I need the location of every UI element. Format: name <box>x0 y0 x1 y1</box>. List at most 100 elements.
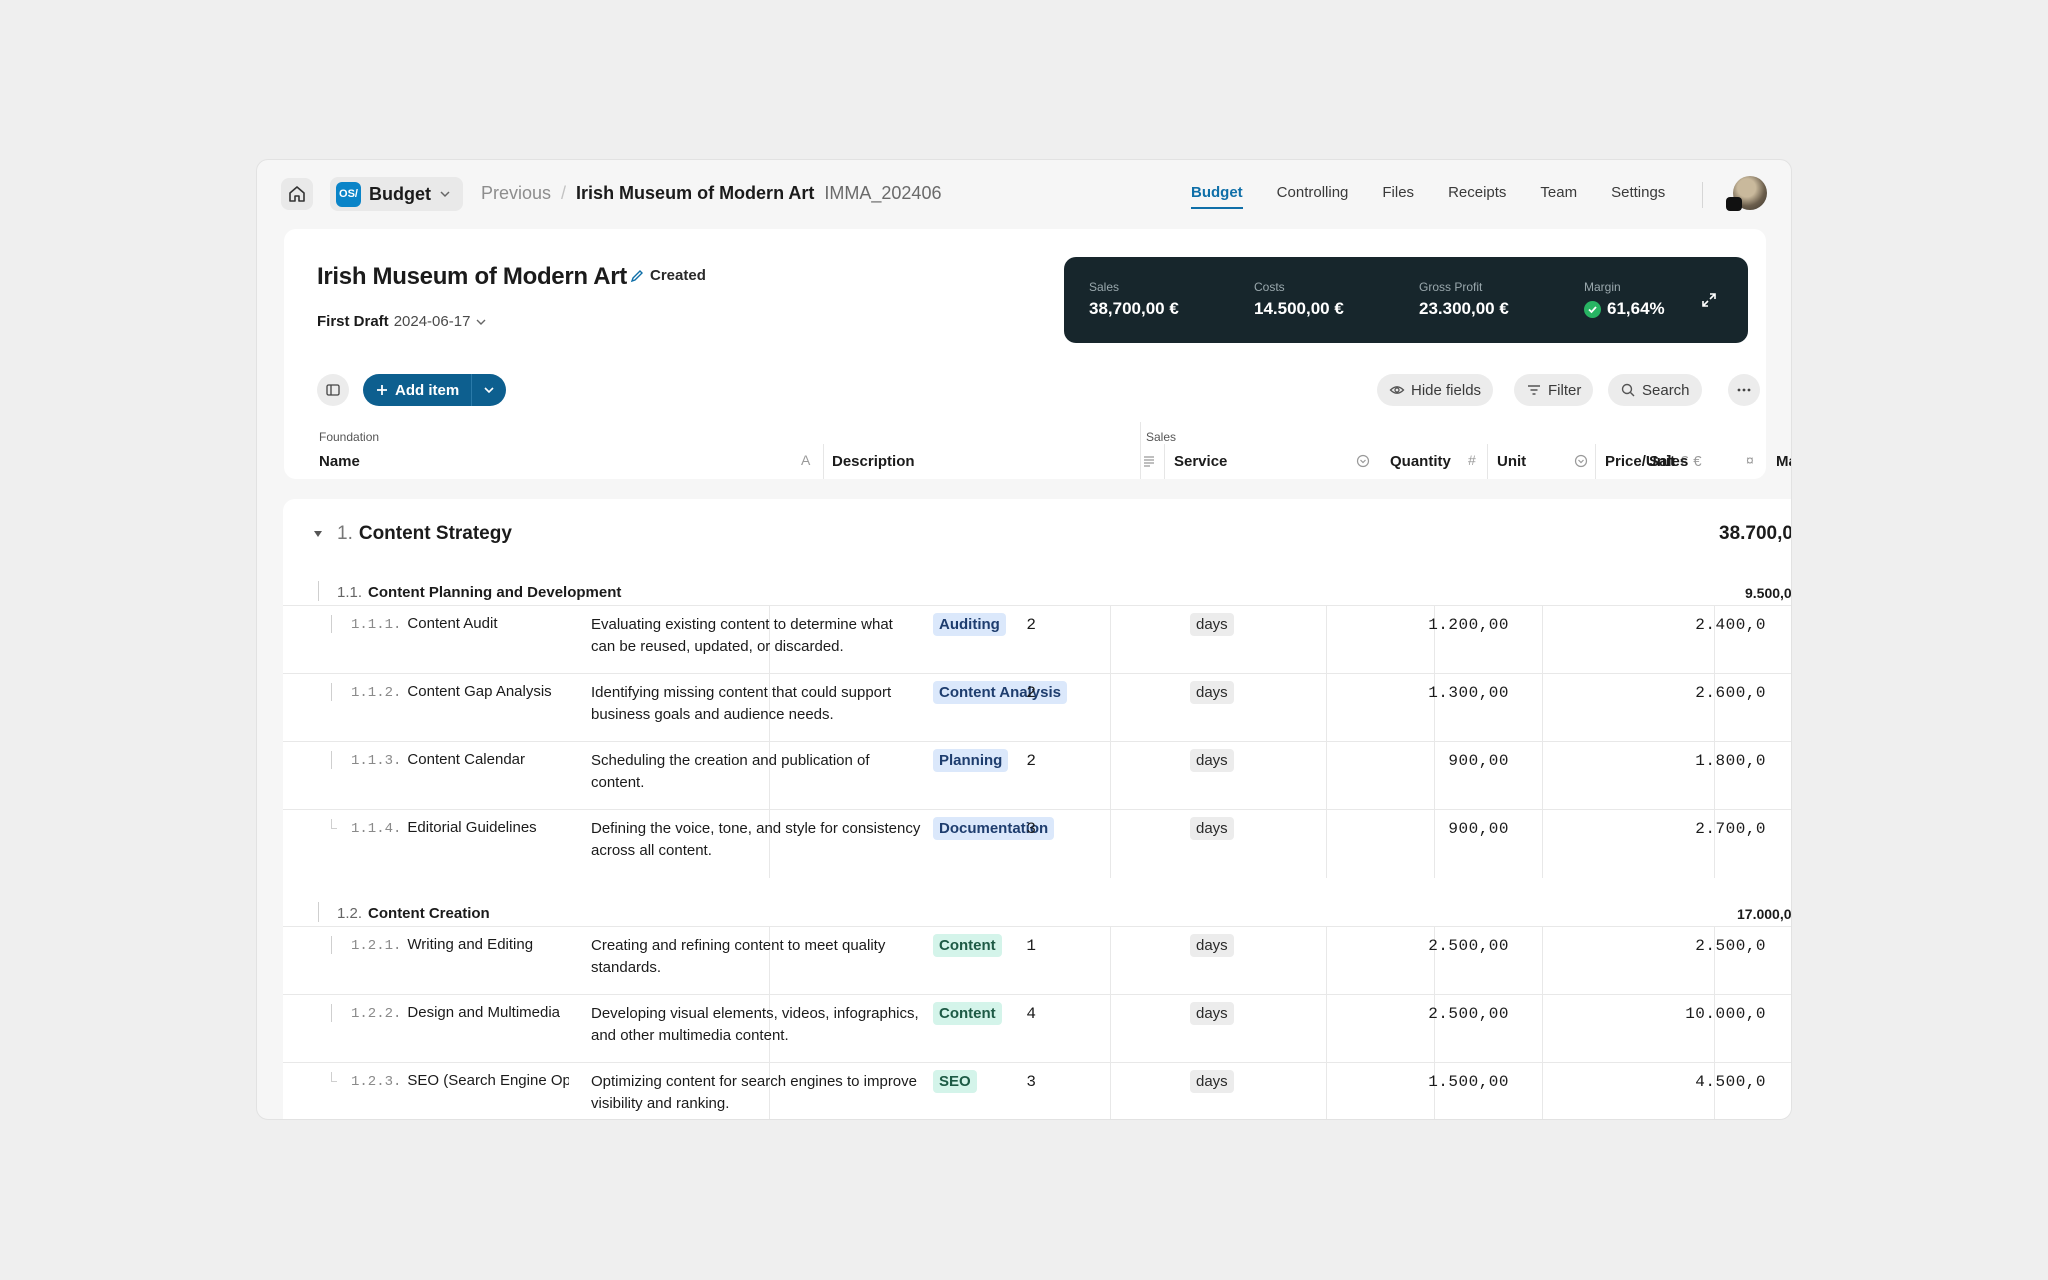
app-name: Budget <box>369 183 431 204</box>
cell-divider <box>1542 927 1543 995</box>
item-description-cell[interactable]: Scheduling the creation and publication … <box>591 750 921 794</box>
price-unit-cell[interactable]: 900,00 <box>1361 820 1509 838</box>
app-switcher[interactable]: OS/ Budget <box>330 177 463 211</box>
expand-icon[interactable] <box>1698 289 1720 311</box>
column-header-quantity[interactable]: Quantity <box>1390 451 1451 471</box>
table-row[interactable]: 1.1.3. Content Calendar Scheduling the cre… <box>283 741 1791 810</box>
tree-line <box>331 1004 332 1022</box>
column-header-description[interactable]: Description <box>832 451 915 471</box>
sidebar-toggle-button[interactable] <box>317 374 349 406</box>
group-title[interactable]: 1.2. Content Creation <box>337 905 490 922</box>
price-unit-cell[interactable]: 1.300,00 <box>1361 684 1509 702</box>
stat-costs: Costs 14.500,00 € <box>1254 280 1344 319</box>
search-label: Search <box>1642 381 1690 399</box>
stat-margin-label: Margin <box>1584 280 1621 294</box>
add-item-button[interactable]: Add item <box>363 374 507 406</box>
stat-profit-value: 23.300,00 € <box>1419 299 1509 318</box>
draft-selector[interactable]: First Draft 2024-06-17 <box>317 313 487 330</box>
quantity-cell[interactable]: 3 <box>976 1073 1036 1091</box>
column-header-name[interactable]: Name <box>319 451 360 471</box>
sales-cell: 2.600,0 <box>1695 684 1766 702</box>
plus-icon <box>377 385 387 395</box>
stats-panel: Sales 38,700,00 € Costs 14.500,00 € Gros… <box>1064 257 1748 343</box>
number-type-icon: # <box>1468 452 1476 468</box>
table-row[interactable]: 1.2.1. Writing and Editing Creating and re… <box>283 926 1791 995</box>
unit-tag[interactable]: days <box>1190 934 1234 957</box>
item-description-cell[interactable]: Evaluating existing content to determine… <box>591 614 921 658</box>
item-name-cell[interactable]: 1.1.3. Content Calendar <box>351 751 569 769</box>
table-row[interactable]: 1.1.2. Content Gap Analysis Identifying mi… <box>283 673 1791 742</box>
status-badge[interactable]: Created <box>630 267 706 284</box>
unit-tag[interactable]: days <box>1190 1070 1234 1093</box>
tab-budget[interactable]: Budget <box>1191 184 1243 209</box>
item-name-cell[interactable]: 1.1.2. Content Gap Analysis <box>351 683 569 701</box>
item-description-cell[interactable]: Creating and refining content to meet qu… <box>591 935 921 979</box>
quantity-cell[interactable]: 4 <box>976 1005 1036 1023</box>
item-name-cell[interactable]: 1.2.1. Writing and Editing <box>351 936 569 954</box>
column-header-unit[interactable]: Unit <box>1497 451 1526 471</box>
add-item-main[interactable]: Add item <box>363 374 473 406</box>
quantity-cell[interactable]: 2 <box>976 684 1036 702</box>
price-unit-cell[interactable]: 2.500,00 <box>1361 937 1509 955</box>
breadcrumb-previous[interactable]: Previous <box>481 183 551 204</box>
unit-tag[interactable]: days <box>1190 681 1234 704</box>
table-row[interactable]: 1.2.2. Design and Multimedia Developing vi… <box>283 994 1791 1063</box>
filter-button[interactable]: Filter <box>1514 374 1594 406</box>
eye-icon <box>1389 386 1405 394</box>
quantity-cell[interactable]: 1 <box>976 937 1036 955</box>
price-unit-cell[interactable]: 1.500,00 <box>1361 1073 1509 1091</box>
service-tag[interactable]: SEO <box>933 1070 977 1093</box>
price-unit-cell[interactable]: 1.200,00 <box>1361 616 1509 634</box>
breadcrumb: Previous / Irish Museum of Modern Art IM… <box>481 183 941 204</box>
group-title[interactable]: 1.1. Content Planning and Development <box>337 584 621 601</box>
tab-files[interactable]: Files <box>1382 184 1414 209</box>
column-header-service[interactable]: Service <box>1174 451 1227 471</box>
avatar-badge <box>1726 197 1742 211</box>
tab-receipts[interactable]: Receipts <box>1448 184 1506 209</box>
stat-margin-value: 61,64% <box>1584 299 1665 319</box>
cell-divider <box>1326 927 1327 995</box>
unit-tag[interactable]: days <box>1190 749 1234 772</box>
cell-divider <box>1326 742 1327 810</box>
unit-tag[interactable]: days <box>1190 817 1234 840</box>
item-name-cell[interactable]: 1.2.2. Design and Multimedia <box>351 1004 569 1022</box>
quantity-cell[interactable]: 2 <box>976 752 1036 770</box>
pencil-icon <box>630 269 643 282</box>
item-name-cell[interactable]: 1.2.3. SEO (Search Engine Optin <box>351 1072 569 1090</box>
item-description-cell[interactable]: Developing visual elements, videos, info… <box>591 1003 921 1047</box>
table-row[interactable]: 1.1.1. Content Audit Evaluating existing c… <box>283 605 1791 674</box>
quantity-cell[interactable]: 3 <box>976 820 1036 838</box>
item-description-cell[interactable]: Optimizing content for search engines to… <box>591 1071 921 1115</box>
quantity-cell[interactable]: 2 <box>976 616 1036 634</box>
item-description-cell[interactable]: Identifying missing content that could s… <box>591 682 921 726</box>
tab-controlling[interactable]: Controlling <box>1277 184 1349 209</box>
more-options-button[interactable] <box>1728 374 1760 406</box>
item-description-cell[interactable]: Defining the voice, tone, and style for … <box>591 818 921 862</box>
table-row[interactable]: 1.1.4. Editorial Guidelines Defining the v… <box>283 809 1791 878</box>
tab-settings[interactable]: Settings <box>1611 184 1665 209</box>
table-row[interactable]: 1.2.3. SEO (Search Engine Optin Optimizing… <box>283 1062 1791 1119</box>
column-header-sales[interactable]: Sales € <box>1649 451 1702 471</box>
main-tabs: Budget Controlling Files Receipts Team S… <box>1191 184 1699 209</box>
price-unit-cell[interactable]: 2.500,00 <box>1361 1005 1509 1023</box>
home-icon <box>289 186 305 202</box>
column-header-markup[interactable]: Markup% <box>1776 451 1791 471</box>
caret-down-icon[interactable] <box>313 529 323 539</box>
item-name-cell[interactable]: 1.1.1. Content Audit <box>351 615 569 633</box>
section-title[interactable]: 1. Content Strategy <box>337 523 512 545</box>
tree-line-end <box>331 1081 337 1082</box>
search-button[interactable]: Search <box>1608 374 1702 406</box>
home-button[interactable] <box>281 178 313 210</box>
unit-tag[interactable]: days <box>1190 613 1234 636</box>
price-unit-cell[interactable]: 900,00 <box>1361 752 1509 770</box>
tree-line <box>318 581 319 601</box>
tab-team[interactable]: Team <box>1540 184 1577 209</box>
add-item-dropdown[interactable] <box>472 374 506 406</box>
unit-tag[interactable]: days <box>1190 1002 1234 1025</box>
add-item-label: Add item <box>395 381 460 399</box>
item-name-cell[interactable]: 1.1.4. Editorial Guidelines <box>351 819 569 837</box>
stat-gross-profit: Gross Profit 23.300,00 € <box>1419 280 1509 319</box>
project-code: IMMA_202406 <box>824 183 942 203</box>
hide-fields-button[interactable]: Hide fields <box>1377 374 1494 406</box>
cell-divider <box>1542 606 1543 674</box>
